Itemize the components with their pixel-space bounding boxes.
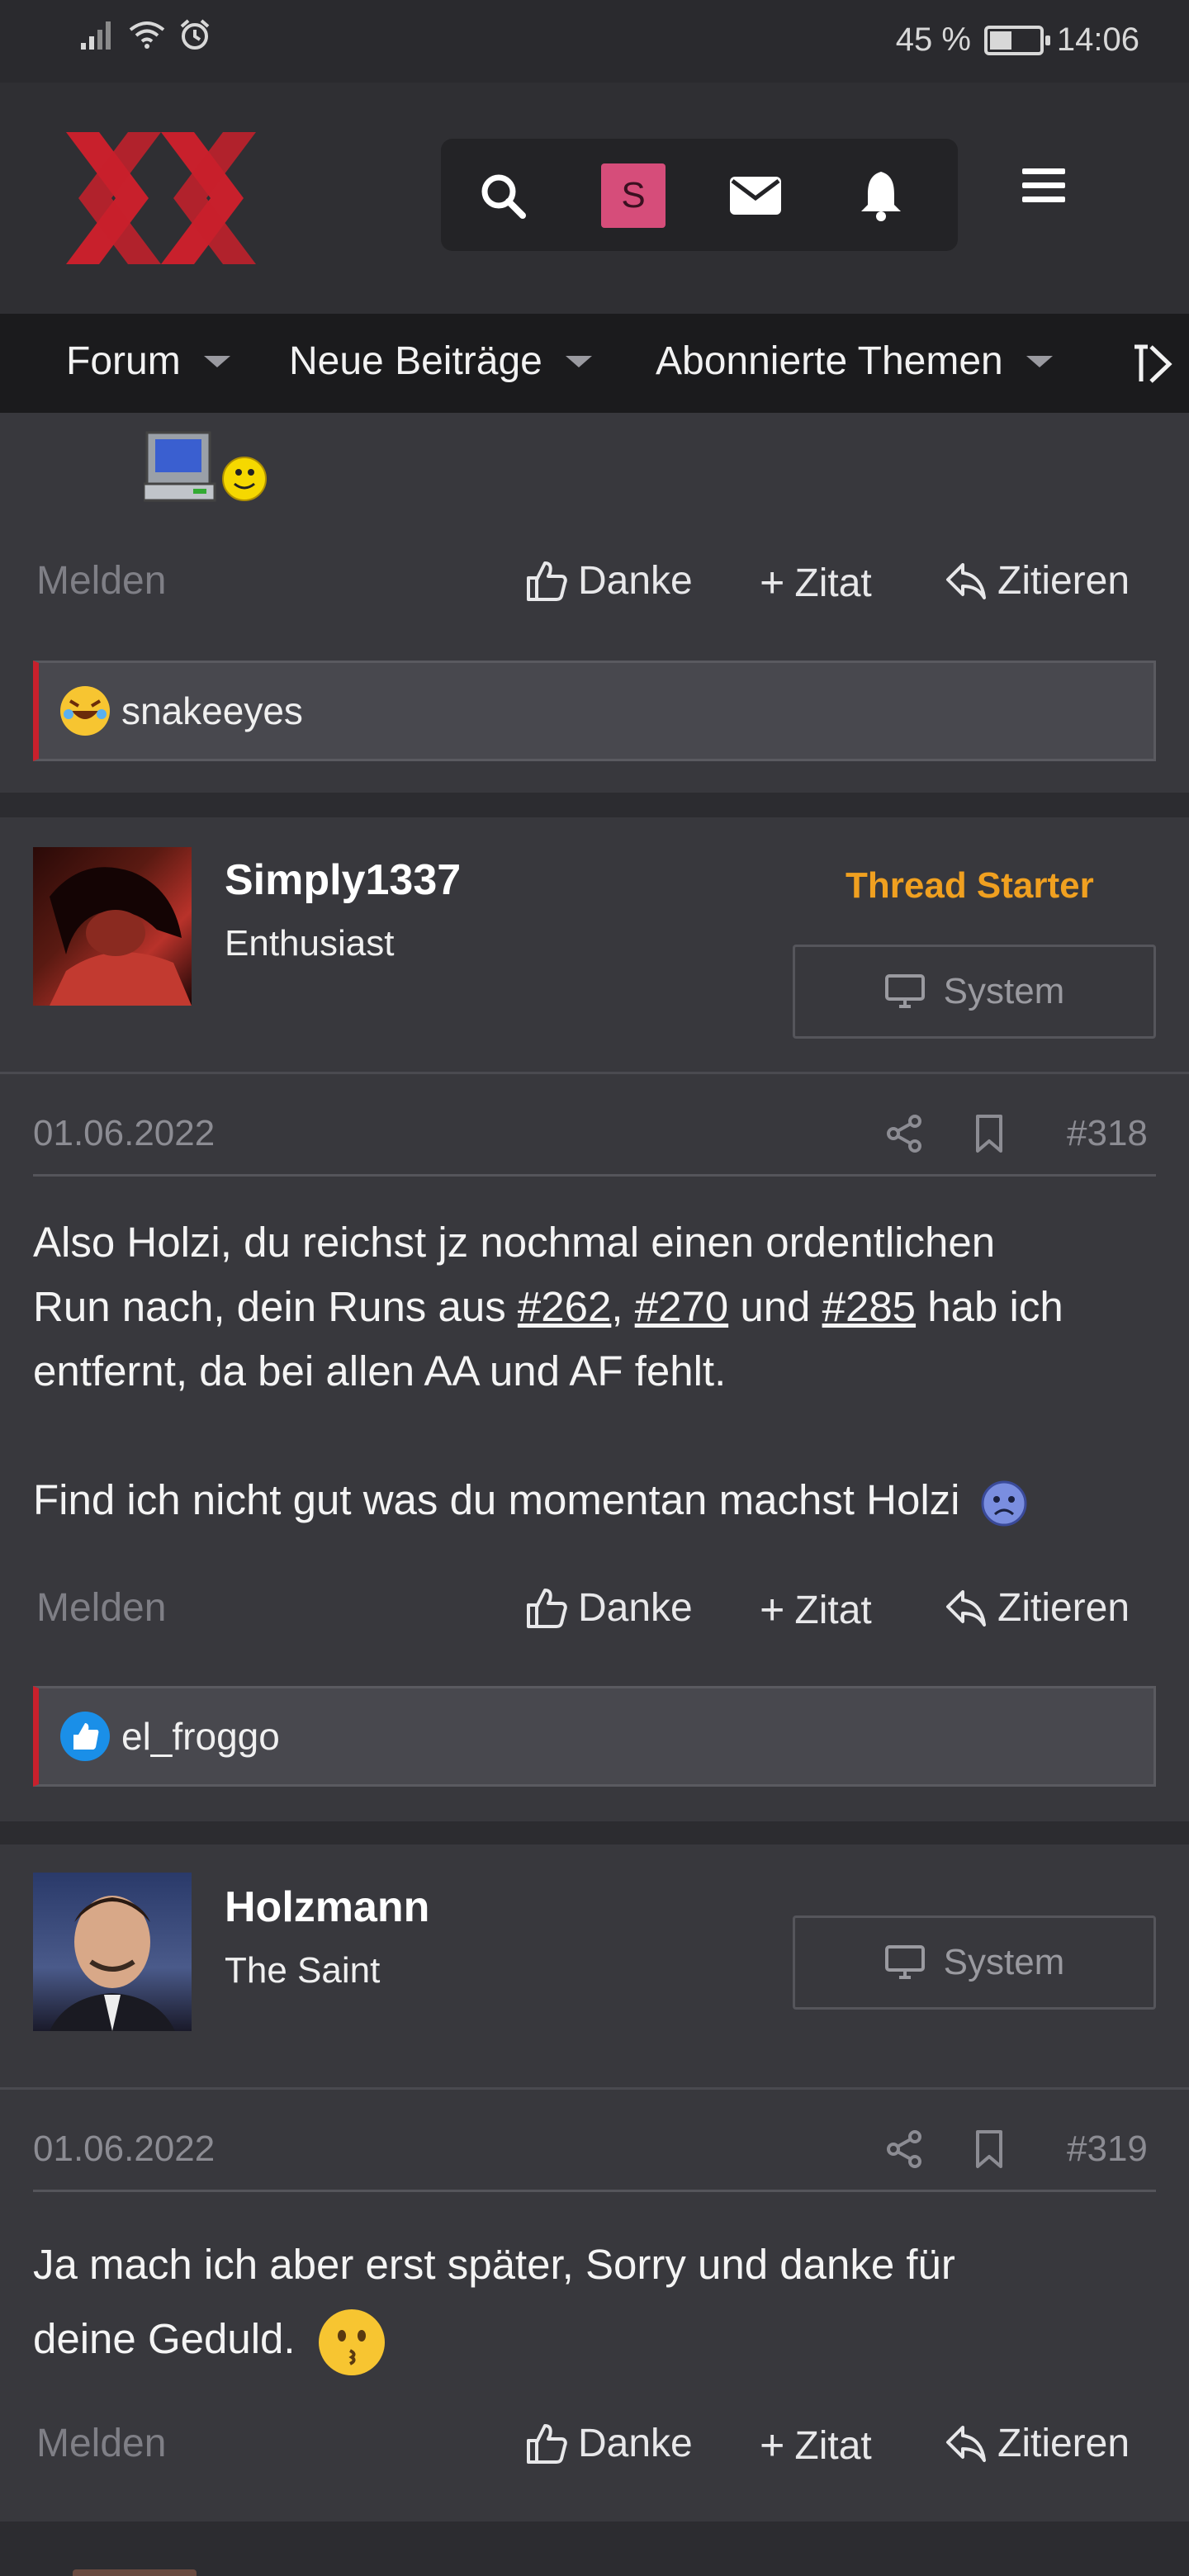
username[interactable]: Holzmann bbox=[225, 1882, 429, 1932]
nav-item-new-posts[interactable]: Neue Beiträge bbox=[289, 339, 592, 384]
thread-starter-badge: Thread Starter bbox=[846, 865, 1094, 906]
post-number[interactable]: #319 bbox=[1067, 2129, 1148, 2170]
bell-icon bbox=[861, 172, 901, 221]
user-title: Enthusiast bbox=[225, 923, 395, 964]
report-link[interactable]: Melden bbox=[36, 1585, 166, 1631]
bookmark-icon[interactable] bbox=[973, 2129, 1006, 2170]
reply-icon bbox=[946, 562, 986, 599]
post-actions: Melden Danke + Zitat Zitieren bbox=[0, 2421, 1189, 2479]
post-link-285[interactable]: #285 bbox=[822, 1283, 916, 1330]
multiquote-button[interactable]: + Zitat bbox=[760, 558, 872, 608]
post-date[interactable]: 01.06.2022 bbox=[33, 2129, 215, 2170]
thanks-button[interactable]: Danke bbox=[525, 2421, 693, 2466]
plus-icon: + bbox=[760, 559, 785, 607]
user-title: The Saint bbox=[225, 1950, 381, 1991]
post-date[interactable]: 01.06.2022 bbox=[33, 1113, 215, 1154]
computer-smiley-icon bbox=[144, 431, 267, 502]
monitor-icon bbox=[884, 1945, 925, 1979]
site-logo[interactable] bbox=[66, 132, 256, 264]
search-icon bbox=[481, 174, 526, 219]
sad-emoji-icon bbox=[981, 1480, 1027, 1527]
report-link[interactable]: Melden bbox=[36, 2421, 166, 2466]
reply-button[interactable]: Zitieren bbox=[945, 1585, 1130, 1631]
main-nav: Forum Neue Beiträge Abonnierte Themen bbox=[0, 314, 1189, 413]
avatar[interactable] bbox=[33, 1873, 192, 2031]
caret-down-icon bbox=[1026, 355, 1053, 367]
wifi-icon bbox=[129, 21, 165, 49]
reply-button[interactable]: Zitieren bbox=[945, 558, 1130, 604]
battery-icon bbox=[983, 25, 1050, 55]
multiquote-button[interactable]: + Zitat bbox=[760, 2421, 872, 2470]
share-icon[interactable] bbox=[883, 1113, 925, 1154]
caret-down-icon bbox=[203, 355, 230, 367]
user-avatar-button[interactable]: S bbox=[601, 163, 666, 228]
reply-button[interactable]: Zitieren bbox=[945, 2421, 1130, 2466]
thanks-button[interactable]: Danke bbox=[525, 1585, 693, 1631]
laughing-emoji-icon bbox=[60, 686, 110, 736]
nav-scroll-right-icon[interactable] bbox=[1131, 343, 1172, 385]
reaction-user[interactable]: snakeeyes bbox=[121, 689, 303, 733]
reaction-summary[interactable]: snakeeyes bbox=[33, 661, 1156, 761]
thumbs-up-icon bbox=[527, 1588, 567, 1628]
monitor-icon bbox=[884, 974, 925, 1008]
clock: 14:06 bbox=[1056, 21, 1139, 58]
caret-down-icon bbox=[565, 355, 592, 367]
next-post-avatar bbox=[73, 2569, 197, 2576]
reply-icon bbox=[946, 1589, 986, 1627]
post-number[interactable]: #318 bbox=[1067, 1113, 1148, 1154]
signal-icon bbox=[81, 21, 111, 50]
kissing-emoji-icon bbox=[318, 2308, 385, 2375]
reply-icon bbox=[946, 2425, 986, 2462]
plus-icon: + bbox=[760, 1586, 785, 1634]
notifications-button[interactable] bbox=[852, 167, 910, 225]
hamburger-menu-button[interactable] bbox=[1021, 165, 1078, 223]
thanks-button[interactable]: Danke bbox=[525, 558, 693, 604]
multiquote-button[interactable]: + Zitat bbox=[760, 1585, 872, 1635]
post-actions: Melden Danke + Zitat Zitieren bbox=[0, 1585, 1189, 1643]
post-body: Also Holzi, du reichst jz nochmal einen … bbox=[33, 1210, 1172, 1532]
post-link-262[interactable]: #262 bbox=[518, 1283, 611, 1330]
system-button[interactable]: System bbox=[793, 945, 1156, 1039]
battery-percent: 45 % bbox=[895, 21, 971, 58]
post-meta: 01.06.2022 #319 bbox=[0, 2129, 1189, 2178]
thumbs-up-icon bbox=[527, 561, 567, 601]
share-icon[interactable] bbox=[883, 2129, 925, 2170]
post-actions: Melden Danke + Zitat Zitieren bbox=[0, 558, 1189, 616]
system-button[interactable]: System bbox=[793, 1915, 1156, 2010]
avatar[interactable] bbox=[33, 847, 192, 1006]
report-link[interactable]: Melden bbox=[36, 558, 166, 604]
alarm-icon bbox=[180, 19, 210, 50]
site-header: S bbox=[0, 83, 1189, 314]
thumbs-up-icon bbox=[527, 2423, 567, 2464]
post-body: Ja mach ich aber erst später, Sorry und … bbox=[33, 2228, 1172, 2377]
post-meta: 01.06.2022 #318 bbox=[0, 1113, 1189, 1163]
menu-icon bbox=[1022, 168, 1065, 202]
plus-icon: + bbox=[760, 2422, 785, 2469]
username[interactable]: Simply1337 bbox=[225, 855, 461, 905]
reaction-user[interactable]: el_froggo bbox=[121, 1714, 280, 1759]
envelope-icon bbox=[730, 177, 781, 215]
search-button[interactable] bbox=[474, 167, 532, 225]
messages-button[interactable] bbox=[727, 167, 784, 225]
bookmark-icon[interactable] bbox=[973, 1113, 1006, 1154]
post-link-270[interactable]: #270 bbox=[635, 1283, 728, 1330]
nav-item-subscribed[interactable]: Abonnierte Themen bbox=[656, 339, 1053, 384]
header-toolbar: S bbox=[441, 139, 958, 251]
like-reaction-icon bbox=[60, 1712, 110, 1761]
nav-item-forum[interactable]: Forum bbox=[66, 339, 230, 384]
status-bar: 45 % 14:06 bbox=[0, 0, 1189, 83]
reaction-summary[interactable]: el_froggo bbox=[33, 1686, 1156, 1787]
